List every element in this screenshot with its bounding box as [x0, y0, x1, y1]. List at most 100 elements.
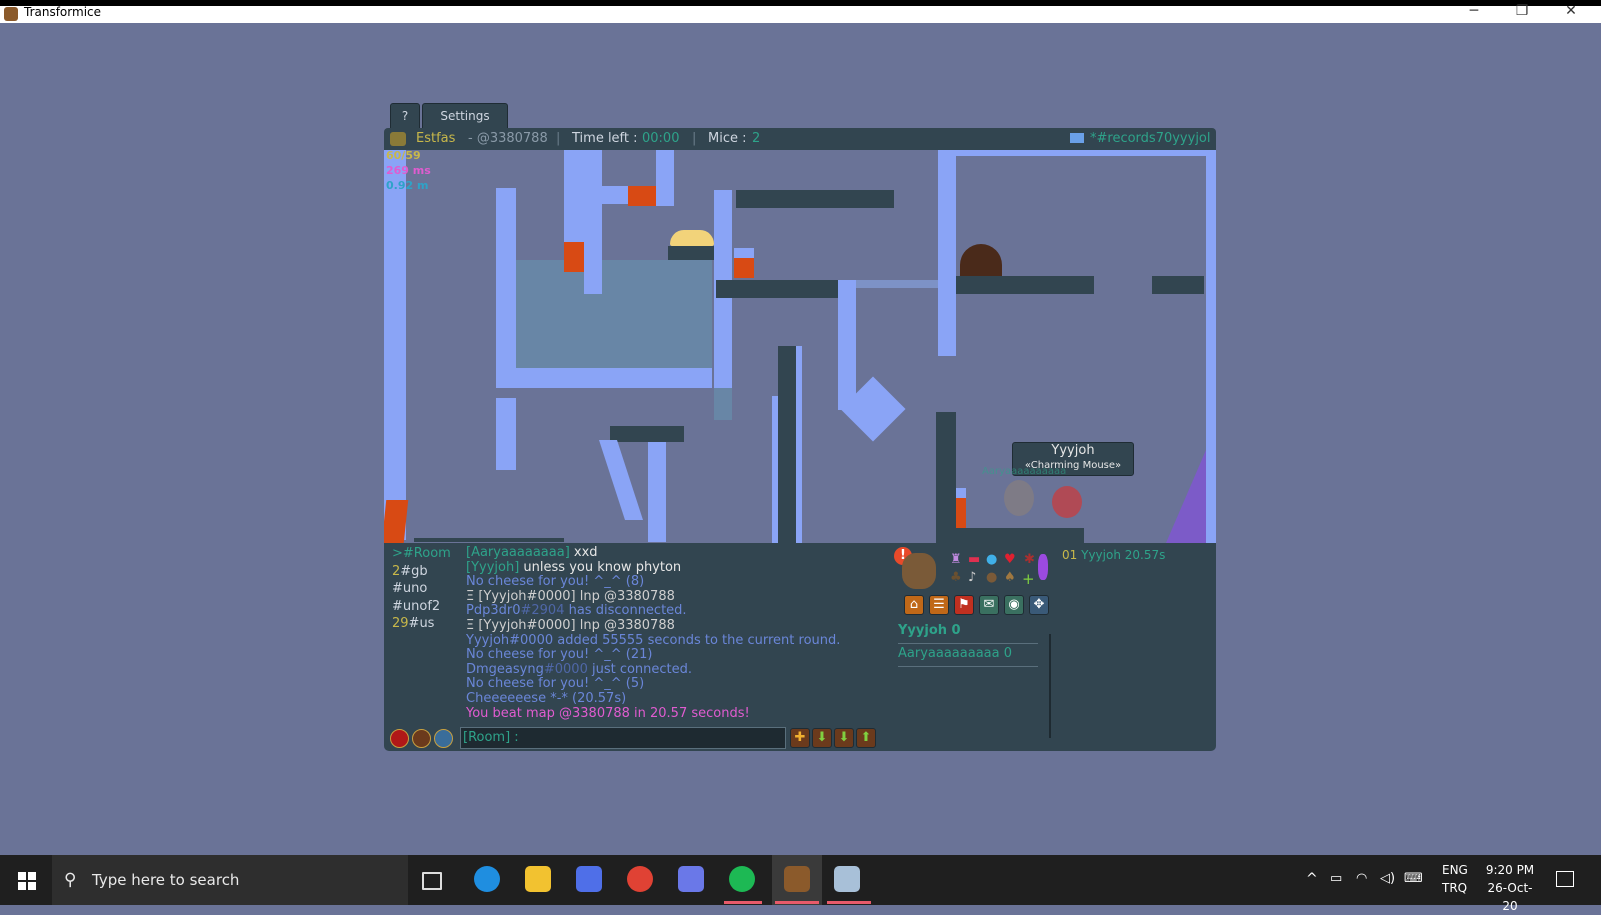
clock-time: 9:20 PM [1485, 863, 1535, 877]
separator: | [692, 131, 697, 146]
chrome-icon[interactable] [627, 866, 653, 892]
chat-message: Ξ [Yyyjoh#0000] lnp @3380788 [466, 617, 675, 633]
emote-icon[interactable]: ✚ [790, 728, 810, 748]
plus-icon[interactable]: + [1022, 570, 1035, 588]
store-icon[interactable] [576, 866, 602, 892]
shop-icon[interactable]: ⌂ [904, 595, 924, 615]
spotify-icon[interactable] [729, 866, 755, 892]
chevron-up-icon[interactable]: ^ [1306, 871, 1318, 887]
edge-icon[interactable] [474, 866, 500, 892]
item-icon[interactable]: ♪ [968, 570, 976, 585]
chat-message: No cheese for you! ^_^ (21) [466, 647, 653, 663]
fps-stat: 60/59 [386, 149, 421, 162]
other-mouse-name: Aaryaaaaaaaaaa [982, 466, 1067, 477]
taskbar-search[interactable]: ⚲ Type here to search [52, 855, 408, 905]
heart-item-icon[interactable]: ♥ [1004, 552, 1016, 567]
channel-item[interactable]: 29#us [392, 615, 451, 633]
lang-secondary: TRQ [1442, 881, 1468, 895]
chat-message: No cheese for you! ^_^ (5) [466, 676, 645, 692]
transformice-app-icon [4, 7, 18, 21]
room-flag-icon [1070, 133, 1084, 143]
shield-icon[interactable] [412, 729, 431, 748]
fullscreen-icon[interactable]: ✥ [1029, 595, 1049, 615]
panel-divider [1049, 634, 1051, 738]
arrow-down-icon[interactable]: ⬇ [812, 728, 832, 748]
mouse-tag-name: Yyyjoh [1051, 443, 1095, 458]
heart-icon[interactable] [390, 729, 409, 748]
wifi-icon[interactable]: ◠ [1356, 871, 1367, 886]
lang-primary: ENG [1442, 863, 1468, 877]
clock-date: 26-Oct-20 [1487, 881, 1533, 913]
perf-stats: 60/59 269 ms 0.92 m [386, 148, 431, 193]
discord-taskbar-icon[interactable] [678, 866, 704, 892]
map-code[interactable]: - @3380788 [468, 128, 548, 150]
house-icon[interactable] [434, 729, 453, 748]
chat-message: [Aaryaaaaaaaa] xxd [466, 545, 598, 560]
discord-icon[interactable]: ◉ [1004, 595, 1024, 615]
time-left-value: 00:00 [642, 131, 680, 146]
clock[interactable]: 9:20 PM 26-Oct-20 [1480, 861, 1540, 915]
window-title: Transformice [24, 5, 102, 19]
crystal-icon[interactable] [1038, 554, 1048, 580]
mouse-avatar-grey[interactable] [1004, 480, 1034, 516]
volume-icon[interactable]: ◁) [1380, 871, 1395, 886]
notification-icon[interactable] [1556, 871, 1574, 887]
file-explorer-icon[interactable] [525, 866, 551, 892]
chat-message: Yyyjoh#0000 added 55555 seconds to the c… [466, 632, 841, 648]
player-row[interactable]: Yyyjoh 0 [898, 623, 1038, 644]
list-icon[interactable]: ☰ [929, 595, 949, 615]
chat-message: No cheese for you! ^_^ (8) [466, 574, 645, 590]
help-tab[interactable]: ? [390, 103, 420, 129]
ping-stat: 269 ms [386, 164, 431, 177]
task-view-icon[interactable] [422, 872, 442, 890]
drop-icon[interactable]: ● [986, 552, 997, 567]
time-left-label: Time left : [572, 131, 638, 146]
chat-message: Cheeeeeese *-* (20.57s) [466, 690, 627, 706]
active-indicator [827, 901, 871, 904]
settings-tab[interactable]: Settings [422, 103, 508, 129]
star-icon[interactable]: ✱ [1024, 552, 1035, 567]
chat-message: Ξ [Yyyjoh#0000] lnp @3380788 [466, 588, 675, 604]
close-button[interactable]: ✕ [1551, 3, 1591, 19]
search-icon: ⚲ [64, 870, 77, 890]
battery-icon[interactable]: ▭ [1330, 871, 1342, 886]
minimize-button[interactable]: ─ [1454, 3, 1494, 19]
active-indicator [724, 901, 762, 904]
restore-button[interactable]: ❐ [1502, 3, 1542, 19]
channel-item[interactable]: #unof2 [392, 598, 451, 616]
window-titlebar: Transformice ─ ❐ ✕ [0, 0, 1601, 23]
mouse-avatar-red[interactable] [1052, 486, 1082, 518]
cheese-item-icon[interactable]: ♣ [950, 570, 962, 585]
search-placeholder: Type here to search [92, 871, 240, 889]
chat-input[interactable]: [Room] : [460, 727, 786, 749]
player-list: Yyyjoh 0 Aaryaaaaaaaaa 0 [898, 623, 1038, 667]
arrow-down-icon[interactable]: ⬇ [834, 728, 854, 748]
leaderboard-entry: 01 Yyyjoh 20.57s [1062, 548, 1166, 562]
item-icon[interactable]: ♠ [1004, 570, 1016, 585]
chat-bubble-icon[interactable]: ✉ [979, 595, 999, 615]
game-header: Estfas - @3380788 | Time left : 00:00 | … [384, 128, 1216, 150]
channel-item[interactable]: 2#gb [392, 563, 451, 581]
channel-item[interactable]: #uno [392, 580, 451, 598]
channel-list: >#Room 2#gb #uno #unof2 29#us [392, 545, 451, 633]
language-indicator[interactable]: ENG TRQ [1442, 861, 1468, 897]
chat-message: Pdp3dr0#2904 has disconnected. [466, 603, 687, 619]
chat-log: [Aaryaaaaaaaa] xxd [Yyyjoh] unless you kn… [466, 545, 841, 721]
player-avatar[interactable] [902, 553, 936, 589]
item-icon[interactable]: ● [986, 570, 997, 585]
keyboard-icon[interactable]: ⌨ [1404, 871, 1423, 886]
separator: | [556, 131, 561, 146]
notes-icon[interactable] [834, 866, 860, 892]
player-name[interactable]: Estfas [416, 128, 455, 150]
room-name[interactable]: *#records70yyyjol [1090, 128, 1211, 150]
potion-icon[interactable]: ♜ [950, 552, 962, 567]
channel-item[interactable]: >#Room [392, 545, 451, 563]
hat-icon[interactable]: ▬ [968, 552, 980, 567]
arrow-up-icon[interactable]: ⬆ [856, 728, 876, 748]
mouse-hole-icon [960, 244, 1002, 276]
tribe-icon[interactable]: ⚑ [954, 595, 974, 615]
memory-stat: 0.92 m [386, 179, 429, 192]
transformice-icon[interactable] [784, 866, 810, 892]
player-row[interactable]: Aaryaaaaaaaaa 0 [898, 644, 1038, 667]
windows-start-icon[interactable] [18, 872, 36, 890]
